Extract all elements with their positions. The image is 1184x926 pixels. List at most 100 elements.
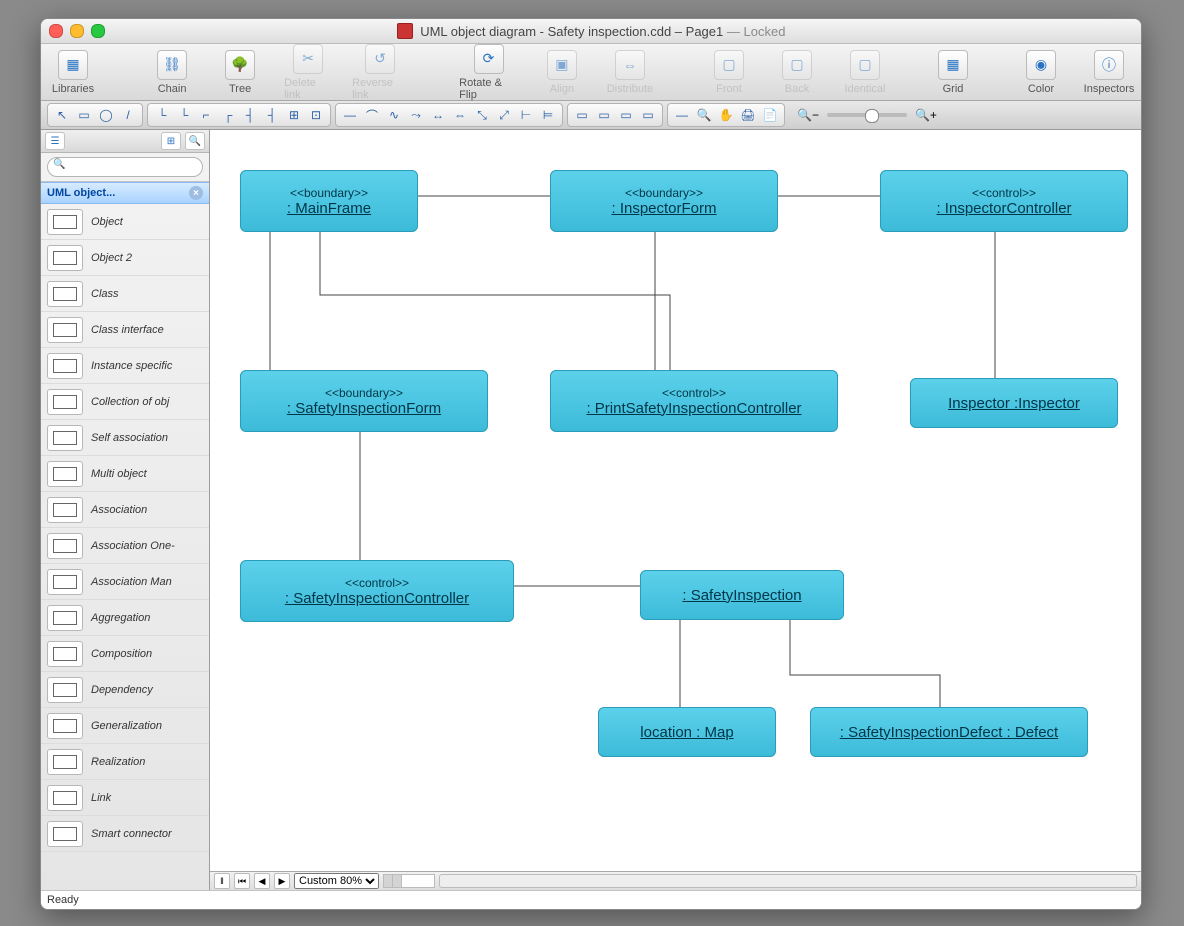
stencil-item[interactable]: Instance specific: [41, 348, 209, 384]
stencil-item[interactable]: Class interface: [41, 312, 209, 348]
toolbar-color-button[interactable]: ◉Color: [1017, 50, 1065, 95]
toolbar-inspectors-button[interactable]: ⓘInspectors: [1085, 50, 1133, 95]
view-search-icon[interactable]: 🔍: [185, 132, 205, 150]
stencil-label: Association: [91, 504, 147, 516]
uml-node-printcontroller[interactable]: <<control>>: PrintSafetyInspectionContro…: [550, 370, 838, 432]
zoom-icon[interactable]: [91, 24, 105, 38]
stencil-item[interactable]: Dependency: [41, 672, 209, 708]
toolbar-grid-button[interactable]: ▦Grid: [929, 50, 977, 95]
uml-node-defect[interactable]: : SafetyInspectionDefect : Defect: [810, 707, 1088, 757]
ribbon-tool-3-0[interactable]: ▭: [572, 106, 592, 124]
zoom-select[interactable]: Custom 80%: [294, 873, 379, 889]
search-input[interactable]: [47, 157, 203, 177]
ribbon-tool-4-0[interactable]: —: [672, 106, 692, 124]
ribbon-tool-3-1[interactable]: ▭: [594, 106, 614, 124]
ribbon-tool-4-2[interactable]: ✋: [716, 106, 736, 124]
ribbon-tool-0-2[interactable]: ◯: [96, 106, 116, 124]
stencil-thumb-icon: [47, 281, 83, 307]
zoom-slider[interactable]: [827, 113, 907, 117]
ribbon-tool-1-6[interactable]: ⊞: [284, 106, 304, 124]
ribbon-tool-0-0[interactable]: ↖: [52, 106, 72, 124]
close-section-icon[interactable]: ×: [189, 186, 203, 200]
ribbon-tool-2-5[interactable]: ⇔: [450, 106, 470, 124]
diagram-canvas[interactable]: <<boundary>>: MainFrame <<boundary>>: Ins…: [210, 130, 1141, 871]
stencil-item[interactable]: Association One-: [41, 528, 209, 564]
stencil-item[interactable]: Generalization: [41, 708, 209, 744]
ribbon-tool-2-9[interactable]: ⊨: [538, 106, 558, 124]
ribbon-tool-2-4[interactable]: ↔: [428, 106, 448, 124]
object-name: : SafetyInspectionDefect : Defect: [840, 724, 1058, 741]
ribbon-tool-3-2[interactable]: ▭: [616, 106, 636, 124]
status-text: Ready: [47, 894, 79, 906]
horizontal-scrollbar[interactable]: [439, 874, 1137, 888]
uml-node-inspector[interactable]: Inspector :Inspector: [910, 378, 1118, 428]
uml-node-safetyinspectioncontroller[interactable]: <<control>>: SafetyInspectionController: [240, 560, 514, 622]
toolbar-libraries-button[interactable]: ▦Libraries: [49, 50, 97, 95]
stencil-item[interactable]: Collection of obj: [41, 384, 209, 420]
stencil-item[interactable]: Smart connector: [41, 816, 209, 852]
stencil-item[interactable]: Realization: [41, 744, 209, 780]
libraries-icon: ▦: [58, 50, 88, 80]
stencil-item[interactable]: Object 2: [41, 240, 209, 276]
color-icon: ◉: [1026, 50, 1056, 80]
zoom-out-icon[interactable]: 🔍−: [797, 108, 819, 122]
uml-node-safetyinspection[interactable]: : SafetyInspection: [640, 570, 844, 620]
uml-node-inspectorform[interactable]: <<boundary>>: InspectorForm: [550, 170, 778, 232]
connector[interactable]: [320, 222, 670, 370]
stencil-label: Aggregation: [91, 612, 150, 624]
stencil-item[interactable]: Composition: [41, 636, 209, 672]
ribbon-tool-2-3[interactable]: ⤳: [406, 106, 426, 124]
view-tree-icon[interactable]: ☰: [45, 132, 65, 150]
stencil-item[interactable]: Multi object: [41, 456, 209, 492]
ribbon-tool-0-1[interactable]: ▭: [74, 106, 94, 124]
ribbon-tool-1-0[interactable]: └: [152, 106, 172, 124]
ribbon-tool-2-1[interactable]: ⌒: [362, 106, 382, 124]
toolbar-rotate-flip-button[interactable]: ⟳Rotate & Flip: [459, 44, 518, 101]
ribbon-tool-1-2[interactable]: ⌐: [196, 106, 216, 124]
uml-node-mainframe[interactable]: <<boundary>>: MainFrame: [240, 170, 418, 232]
uml-node-locationmap[interactable]: location : Map: [598, 707, 776, 757]
ribbon-tool-2-2[interactable]: ∿: [384, 106, 404, 124]
stereotype-label: <<boundary>>: [325, 386, 403, 400]
stencil-item[interactable]: Link: [41, 780, 209, 816]
page-prev-icon[interactable]: ◀: [254, 873, 270, 889]
ribbon-tool-2-0[interactable]: —: [340, 106, 360, 124]
toolbar-chain-button[interactable]: ⛓Chain: [148, 50, 196, 95]
stencil-list[interactable]: ObjectObject 2ClassClass interfaceInstan…: [41, 204, 209, 890]
ribbon-tool-2-8[interactable]: ⊢: [516, 106, 536, 124]
stencil-item[interactable]: Aggregation: [41, 600, 209, 636]
zoom-in-icon[interactable]: 🔍+: [915, 108, 937, 122]
stereotype-label: <<boundary>>: [625, 186, 703, 200]
view-grid-icon[interactable]: ⊞: [161, 132, 181, 150]
uml-node-inspectorcontroller[interactable]: <<control>>: InspectorController: [880, 170, 1128, 232]
page-first-icon[interactable]: ⏮: [234, 873, 250, 889]
stencil-item[interactable]: Self association: [41, 420, 209, 456]
scroll-stop-icon[interactable]: ‖: [214, 873, 230, 889]
stencil-thumb-icon: [47, 533, 83, 559]
ribbon-tool-0-3[interactable]: /: [118, 106, 138, 124]
connector[interactable]: [790, 610, 940, 707]
uml-node-safetyinspectionform[interactable]: <<boundary>>: SafetyInspectionForm: [240, 370, 488, 432]
sidebar-section-header[interactable]: UML object... ×: [41, 182, 209, 204]
toolbar-tree-button[interactable]: 🌳Tree: [216, 50, 264, 95]
ribbon-tool-4-3[interactable]: 🖨: [738, 106, 758, 124]
ribbon-tool-4-4[interactable]: 📄: [760, 106, 780, 124]
ribbon-tool-4-1[interactable]: 🔍: [694, 106, 714, 124]
page-next-icon[interactable]: ▶: [274, 873, 290, 889]
reverse-link-icon: ↺: [365, 44, 395, 74]
stencil-item[interactable]: Association: [41, 492, 209, 528]
ribbon-tool-3-3[interactable]: ▭: [638, 106, 658, 124]
toolbar-reverse-link-button: ↺Reverse link: [352, 44, 408, 101]
ribbon-tool-1-5[interactable]: ┤: [262, 106, 282, 124]
stencil-item[interactable]: Association Man: [41, 564, 209, 600]
ribbon-tool-1-1[interactable]: └: [174, 106, 194, 124]
ribbon-tool-2-7[interactable]: ⤢: [494, 106, 514, 124]
ribbon-tool-1-7[interactable]: ⊡: [306, 106, 326, 124]
ribbon-tool-2-6[interactable]: ⤡: [472, 106, 492, 124]
stencil-item[interactable]: Class: [41, 276, 209, 312]
stencil-item[interactable]: Object: [41, 204, 209, 240]
minimize-icon[interactable]: [70, 24, 84, 38]
close-icon[interactable]: [49, 24, 63, 38]
ribbon-tool-1-3[interactable]: ┌: [218, 106, 238, 124]
ribbon-tool-1-4[interactable]: ┤: [240, 106, 260, 124]
